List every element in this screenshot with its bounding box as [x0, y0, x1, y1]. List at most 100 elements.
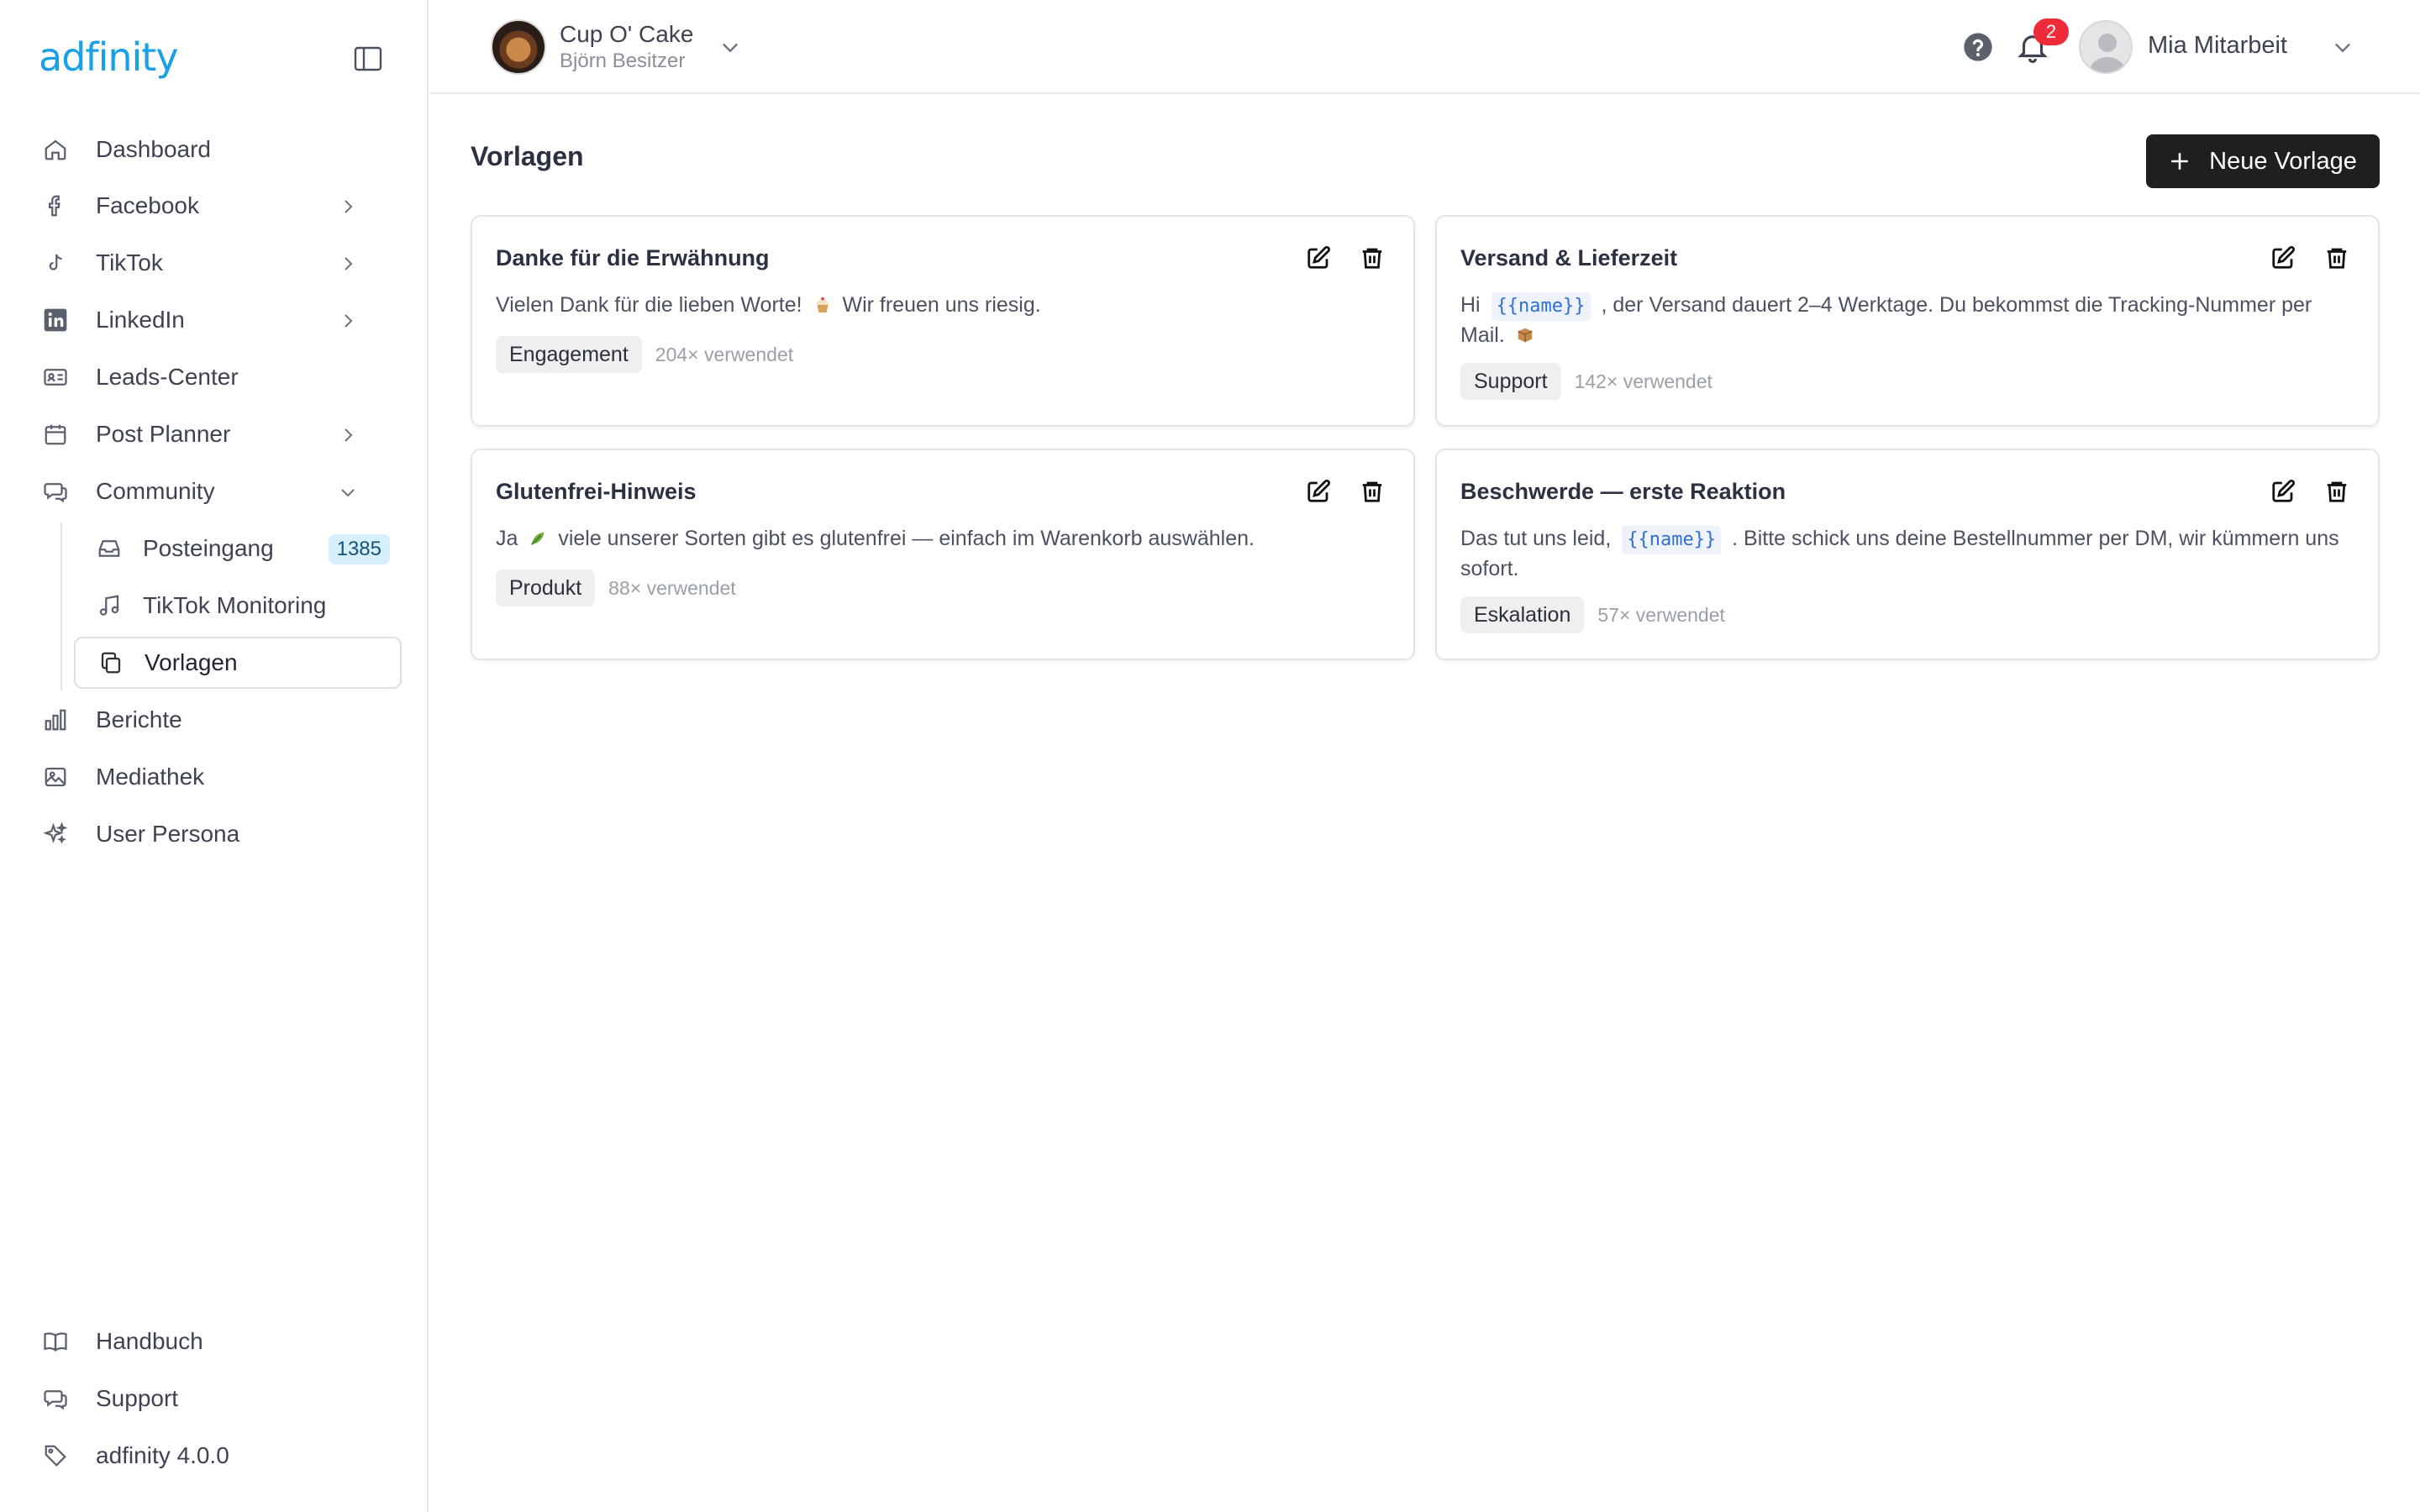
template-text-after: viele unserer Sorten gibt es glutenfrei … [558, 527, 1255, 550]
music-note-icon [94, 591, 124, 621]
chevron-right-icon [338, 253, 358, 273]
herb-icon [529, 527, 547, 545]
sidebar-toggle-icon[interactable] [351, 44, 385, 74]
account-switcher[interactable]: Cup O' Cake Björn Besitzer [491, 18, 742, 76]
trash-icon[interactable] [2324, 479, 2353, 507]
plus-icon [2169, 150, 2191, 172]
template-text: Hi {{name}} , der Versand dauert 2–4 Wer… [1460, 291, 2351, 349]
new-template-button[interactable]: Neue Vorlage [2146, 134, 2380, 188]
account-owner: Björn Besitzer [560, 50, 686, 72]
sidebar-item-tiktok-monitoring[interactable]: TikTok Monitoring [74, 580, 402, 632]
sidebar-item-label: Handbuch [96, 1328, 203, 1354]
template-text-before: Ja [496, 527, 518, 550]
sidebar: adfinity Dashboard Facebook TikTok Linke… [0, 0, 429, 1512]
template-meta: Eskalation 57× verwendet [1460, 596, 1725, 633]
trash-icon[interactable] [1360, 245, 1388, 274]
sidebar-item-label: Mediathek [96, 764, 205, 790]
template-meta: Produkt 88× verwendet [496, 570, 736, 606]
usage-count: 204× verwendet [655, 343, 794, 365]
cupcake-icon [813, 293, 832, 313]
sidebar-item-leads-center[interactable]: Leads-Center [40, 351, 402, 403]
template-card[interactable]: Beschwerde — erste Reaktion Das tut uns … [1435, 449, 2380, 660]
sidebar-item-berichte[interactable]: Berichte [40, 694, 402, 746]
linkedin-icon [40, 305, 71, 335]
facebook-icon [40, 191, 71, 221]
sidebar-item-posteingang[interactable]: Posteingang 1385 [74, 522, 402, 575]
usage-count: 57× verwendet [1597, 603, 1725, 626]
calendar-icon [40, 419, 71, 449]
sidebar-item-label: Vorlagen [145, 649, 238, 675]
avatar[interactable] [2079, 20, 2133, 74]
sidebar-item-user-persona[interactable]: User Persona [40, 808, 402, 860]
copy-icon [96, 648, 126, 678]
sidebar-item-version[interactable]: adfinity 4.0.0 [40, 1430, 402, 1482]
tag-icon [40, 1441, 71, 1471]
sidebar-item-tiktok[interactable]: TikTok [40, 237, 402, 289]
bar-chart-icon [40, 705, 71, 735]
template-title: Danke für die Erwähnung [496, 245, 770, 270]
edit-icon[interactable] [1306, 479, 1334, 507]
account-avatar [491, 19, 546, 75]
page-title: Vorlagen [471, 141, 584, 171]
template-title: Glutenfrei-Hinweis [496, 479, 697, 504]
category-tag: Eskalation [1460, 596, 1585, 633]
category-tag: Produkt [496, 570, 596, 606]
variable-chip: {{name}} [1622, 526, 1722, 554]
sidebar-item-label: User Persona [96, 821, 240, 847]
help-icon[interactable] [1961, 30, 1995, 64]
app-logo[interactable]: adfinity [39, 34, 179, 81]
user-name[interactable]: Mia Mitarbeit [2148, 32, 2287, 60]
package-icon [1516, 323, 1534, 343]
sidebar-item-support[interactable]: Support [40, 1373, 402, 1425]
account-name: Cup O' Cake [560, 21, 694, 47]
sidebar-item-handbuch[interactable]: Handbuch [40, 1315, 402, 1368]
template-text-before: Das tut uns leid, [1460, 527, 1612, 550]
contact-card-icon [40, 362, 71, 392]
sidebar-item-label: Posteingang [143, 535, 274, 561]
category-tag: Engagement [496, 336, 642, 373]
edit-icon[interactable] [2270, 245, 2299, 274]
category-tag: Support [1460, 363, 1561, 400]
edit-icon[interactable] [1306, 245, 1334, 274]
sidebar-item-community[interactable]: Community [40, 465, 402, 517]
sidebar-item-dashboard[interactable]: Dashboard [40, 123, 402, 176]
sidebar-item-label: adfinity 4.0.0 [96, 1442, 229, 1468]
sidebar-item-label: TikTok Monitoring [143, 592, 327, 618]
chevron-down-icon [338, 481, 358, 501]
chevron-down-icon[interactable] [2331, 35, 2354, 59]
template-meta: Engagement 204× verwendet [496, 336, 793, 373]
template-card[interactable]: Danke für die Erwähnung Vielen Dank für … [471, 215, 1415, 427]
sidebar-item-facebook[interactable]: Facebook [40, 180, 402, 232]
edit-icon[interactable] [2270, 479, 2299, 507]
chat-icon [40, 476, 71, 507]
sidebar-item-vorlagen[interactable]: Vorlagen [74, 637, 402, 689]
tiktok-icon [40, 248, 71, 278]
template-card[interactable]: Glutenfrei-Hinweis Ja viele unserer Sort… [471, 449, 1415, 660]
notification-count-badge: 2 [2033, 18, 2069, 45]
sidebar-item-linkedin[interactable]: LinkedIn [40, 294, 402, 346]
trash-icon[interactable] [1360, 479, 1388, 507]
sidebar-item-label: Post Planner [96, 421, 231, 447]
sidebar-item-label: Community [96, 478, 215, 504]
template-text: Ja viele unserer Sorten gibt es glutenfr… [496, 524, 1386, 553]
sidebar-item-post-planner[interactable]: Post Planner [40, 408, 402, 460]
sidebar-item-mediathek[interactable]: Mediathek [40, 751, 402, 803]
chevron-right-icon [338, 196, 358, 216]
template-text: Vielen Dank für die lieben Worte! Wir fr… [496, 291, 1386, 319]
sidebar-item-label: Berichte [96, 706, 182, 732]
image-icon [40, 762, 71, 792]
chevron-right-icon [338, 310, 358, 330]
template-title: Versand & Lieferzeit [1460, 245, 1678, 270]
sidebar-item-label: LinkedIn [96, 307, 185, 333]
top-bar: Cup O' Cake Björn Besitzer 2 Mia Mitarbe… [430, 0, 2420, 94]
submenu-guide-line [60, 522, 62, 690]
sidebar-item-label: Dashboard [96, 136, 211, 162]
book-icon [40, 1326, 71, 1357]
chevron-right-icon [338, 424, 358, 444]
template-card[interactable]: Versand & Lieferzeit Hi {{name}} , der V… [1435, 215, 2380, 427]
template-text-before: Vielen Dank für die lieben Worte! [496, 293, 802, 317]
variable-chip: {{name}} [1491, 292, 1591, 321]
template-text-after: Wir freuen uns riesig. [842, 293, 1041, 317]
template-text: Das tut uns leid, {{name}} . Bitte schic… [1460, 524, 2351, 583]
trash-icon[interactable] [2324, 245, 2353, 274]
